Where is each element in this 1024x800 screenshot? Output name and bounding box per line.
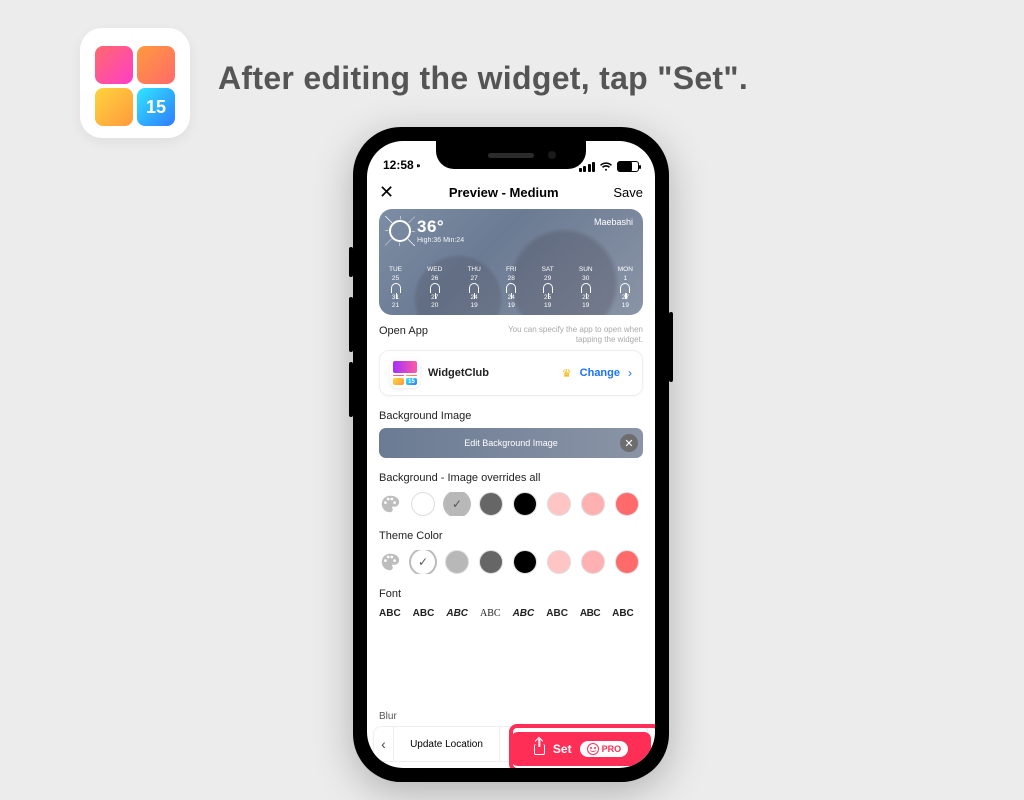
instruction-text: After editing the widget, tap "Set". xyxy=(218,60,748,97)
location-label: Maebashi xyxy=(594,217,633,227)
open-app-help: You can specify the app to open when tap… xyxy=(493,325,643,344)
widget-preview[interactable]: 36° High:36 Min:24 Maebashi TUE253121WED… xyxy=(379,209,643,315)
forecast-day: SAT292519 xyxy=(542,266,554,309)
widgetclub-mini-icon: 15 xyxy=(390,358,420,388)
wifi-icon xyxy=(599,162,613,172)
color-swatch[interactable] xyxy=(615,492,639,516)
set-button[interactable]: Set PRO xyxy=(511,732,651,766)
widgetclub-app-icon: 15 xyxy=(80,28,190,138)
color-swatch[interactable] xyxy=(581,492,605,516)
forecast-day: WED262720 xyxy=(427,266,442,309)
forecast-day: TUE253121 xyxy=(389,266,402,309)
color-swatch[interactable] xyxy=(581,550,605,574)
font-option[interactable]: ABC xyxy=(413,608,435,619)
color-swatch[interactable] xyxy=(479,550,503,574)
open-app-name: WidgetClub xyxy=(428,367,554,379)
clock: 12:58 ⁍ xyxy=(383,158,421,172)
share-icon xyxy=(534,744,545,755)
color-swatch[interactable] xyxy=(513,550,537,574)
font-option[interactable]: ABC xyxy=(480,608,501,619)
color-swatch[interactable] xyxy=(479,492,503,516)
change-button[interactable]: Change xyxy=(580,367,620,379)
action-prev[interactable]: ‹ xyxy=(374,727,394,761)
forecast-day: SUN302219 xyxy=(579,266,593,309)
sun-icon xyxy=(389,220,411,242)
color-swatch[interactable] xyxy=(615,550,639,574)
color-swatch[interactable] xyxy=(547,550,571,574)
font-option[interactable]: ABC xyxy=(446,608,468,619)
crown-icon: ♛ xyxy=(562,367,572,380)
open-app-label: Open App xyxy=(379,325,428,337)
forecast-day: FRI282419 xyxy=(506,266,516,309)
blur-label: Blur xyxy=(379,711,397,722)
color-swatch[interactable] xyxy=(547,492,571,516)
chevron-right-icon: › xyxy=(628,366,632,380)
edit-bg-image-button[interactable]: Edit Background Image ✕ xyxy=(379,428,643,458)
forecast-day: THU272419 xyxy=(467,266,480,309)
forecast-day: MON12719 xyxy=(618,266,633,309)
update-location-button[interactable]: Update Location xyxy=(394,727,500,761)
bg-image-label: Background Image xyxy=(379,410,643,422)
font-picker[interactable]: ABC ABC ABC ABC ABC ABC ABC ABC xyxy=(379,608,643,619)
close-icon[interactable]: ✕ xyxy=(379,182,394,203)
font-label: Font xyxy=(379,588,643,600)
font-option[interactable]: ABC xyxy=(379,608,401,619)
color-swatch[interactable] xyxy=(411,550,435,574)
bg-color-label: Background - Image overrides all xyxy=(379,472,643,484)
page-title: Preview - Medium xyxy=(449,185,559,200)
open-app-row[interactable]: 15 WidgetClub ♛ Change › xyxy=(379,350,643,396)
save-button[interactable]: Save xyxy=(613,185,643,200)
theme-color-label: Theme Color xyxy=(379,530,643,542)
phone-frame: 12:58 ⁍ ✕ Preview - Medium Save 36° High… xyxy=(353,127,669,782)
color-swatch[interactable] xyxy=(411,492,435,516)
palette-icon[interactable] xyxy=(379,493,401,515)
font-option[interactable]: ABC xyxy=(612,608,634,619)
color-swatch[interactable] xyxy=(445,550,469,574)
clear-bg-icon[interactable]: ✕ xyxy=(620,434,638,452)
font-option[interactable]: ABC xyxy=(513,608,535,619)
color-swatch[interactable] xyxy=(445,492,469,516)
color-swatch[interactable] xyxy=(513,492,537,516)
font-option[interactable]: ABC xyxy=(580,608,600,619)
font-option[interactable]: ABC xyxy=(546,608,568,619)
battery-icon xyxy=(617,161,639,172)
hi-lo: High:36 Min:24 xyxy=(417,237,464,244)
palette-icon[interactable] xyxy=(379,551,401,573)
pro-badge: PRO xyxy=(580,741,629,757)
